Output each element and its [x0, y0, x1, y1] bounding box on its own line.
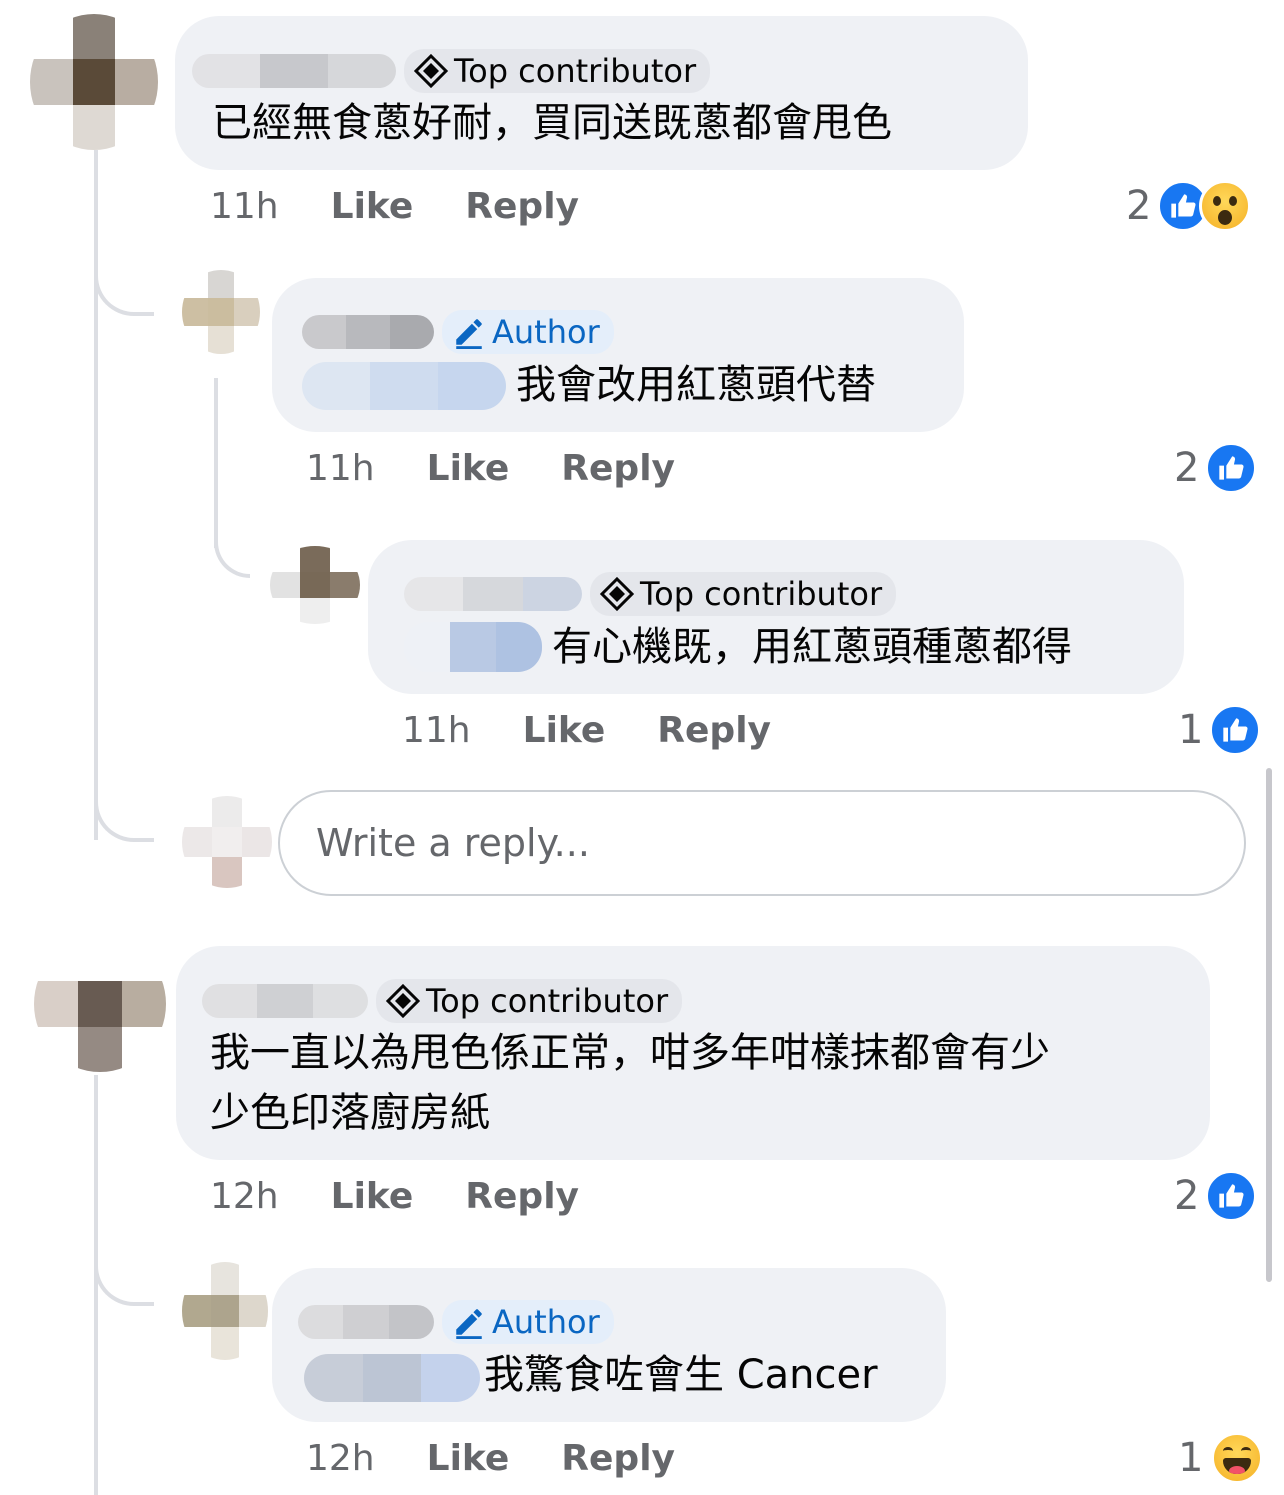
badge-label: Top contributor: [426, 982, 669, 1020]
like-button[interactable]: Like: [427, 1438, 510, 1479]
like-icon: [1205, 1170, 1258, 1222]
diamond-badge-icon: [414, 54, 448, 88]
wow-icon: [1199, 180, 1252, 232]
reply-button[interactable]: Reply: [561, 1438, 675, 1479]
reaction-count: 2: [1126, 183, 1152, 229]
reaction-count: 1: [1178, 707, 1204, 753]
reply-button[interactable]: Reply: [465, 1176, 579, 1217]
reaction-summary[interactable]: 2: [1174, 1170, 1258, 1222]
author-badge: Author: [442, 310, 614, 354]
author-name-blurred[interactable]: [404, 577, 582, 611]
thread-line: [94, 1075, 98, 1495]
like-icon: [1209, 704, 1262, 756]
like-button[interactable]: Like: [523, 710, 606, 751]
timestamp[interactable]: 12h: [306, 1438, 375, 1479]
reaction-summary[interactable]: 2: [1126, 180, 1252, 232]
comment-meta: 12h Like Reply: [210, 1176, 579, 1217]
diamond-badge-icon: [600, 577, 634, 611]
comment-meta: 11h Like Reply: [210, 186, 579, 227]
top-contributor-badge: Top contributor: [404, 49, 711, 93]
top-contributor-badge: Top contributor: [376, 979, 683, 1023]
avatar[interactable]: [182, 270, 260, 354]
scrollbar[interactable]: [1266, 768, 1272, 1282]
reaction-count: 2: [1174, 1173, 1200, 1219]
timestamp[interactable]: 11h: [306, 448, 375, 489]
author-row: Author: [302, 308, 614, 356]
like-button[interactable]: Like: [331, 186, 414, 227]
reaction-summary[interactable]: 1: [1178, 704, 1262, 756]
thread-branch: [214, 520, 250, 578]
avatar[interactable]: [182, 1262, 268, 1360]
comment-text-line-1: 我一直以為甩色係正常，咁多年咁樣抹都會有少: [210, 1030, 1050, 1076]
comment-meta: 11h Like Reply: [306, 448, 675, 489]
reply-button[interactable]: Reply: [465, 186, 579, 227]
comment-text-line-2: 少色印落廚房紙: [210, 1090, 490, 1136]
reaction-count: 1: [1178, 1435, 1204, 1481]
like-button[interactable]: Like: [331, 1176, 414, 1217]
badge-label: Top contributor: [640, 575, 883, 613]
reply-button[interactable]: Reply: [561, 448, 675, 489]
thread-branch: [94, 1250, 154, 1306]
like-icon: [1205, 442, 1258, 494]
my-avatar: [182, 796, 272, 888]
avatar[interactable]: [270, 546, 360, 624]
author-name-blurred[interactable]: [298, 1305, 434, 1339]
comment-text: 我驚食咗會生 Cancer: [484, 1352, 878, 1398]
haha-icon: [1211, 1432, 1264, 1484]
timestamp[interactable]: 12h: [210, 1176, 279, 1217]
author-badge: Author: [442, 1300, 614, 1344]
like-button[interactable]: Like: [427, 448, 510, 489]
author-row: Top contributor: [192, 46, 711, 96]
reaction-summary[interactable]: 2: [1174, 442, 1258, 494]
pencil-icon: [456, 319, 482, 349]
reaction-count: 2: [1174, 445, 1200, 491]
comment-meta: 12h Like Reply: [306, 1438, 675, 1479]
author-name-blurred[interactable]: [302, 315, 434, 349]
diamond-badge-icon: [386, 984, 420, 1018]
badge-label: Author: [492, 313, 600, 351]
thread-branch: [94, 790, 154, 842]
avatar[interactable]: [30, 14, 158, 150]
comment-text: 有心機既，用紅蔥頭種蔥都得: [552, 624, 1072, 670]
reply-input[interactable]: Write a reply...: [278, 790, 1246, 896]
avatar[interactable]: [34, 936, 166, 1072]
badge-label: Author: [492, 1303, 600, 1341]
reply-button[interactable]: Reply: [657, 710, 771, 751]
mention-blurred[interactable]: [404, 622, 542, 672]
author-name-blurred[interactable]: [202, 984, 368, 1018]
timestamp[interactable]: 11h: [210, 186, 279, 227]
comment-text: 已經無食蔥好耐，買同送既蔥都會甩色: [212, 100, 892, 146]
comment-meta: 11h Like Reply: [402, 710, 771, 751]
author-row: Author: [298, 1298, 614, 1346]
author-name-blurred[interactable]: [192, 54, 396, 88]
reaction-summary[interactable]: 1: [1178, 1432, 1264, 1484]
mention-blurred[interactable]: [302, 362, 506, 410]
author-row: Top contributor: [404, 570, 897, 618]
thread-line: [94, 150, 98, 840]
pencil-icon: [456, 1309, 482, 1339]
author-row: Top contributor: [202, 976, 683, 1026]
thread-branch: [94, 260, 154, 316]
reply-placeholder: Write a reply...: [316, 821, 590, 865]
comment-text: 我會改用紅蔥頭代替: [516, 362, 876, 408]
timestamp[interactable]: 11h: [402, 710, 471, 751]
badge-label: Top contributor: [454, 52, 697, 90]
top-contributor-badge: Top contributor: [590, 572, 897, 616]
mention-blurred[interactable]: [304, 1354, 480, 1402]
